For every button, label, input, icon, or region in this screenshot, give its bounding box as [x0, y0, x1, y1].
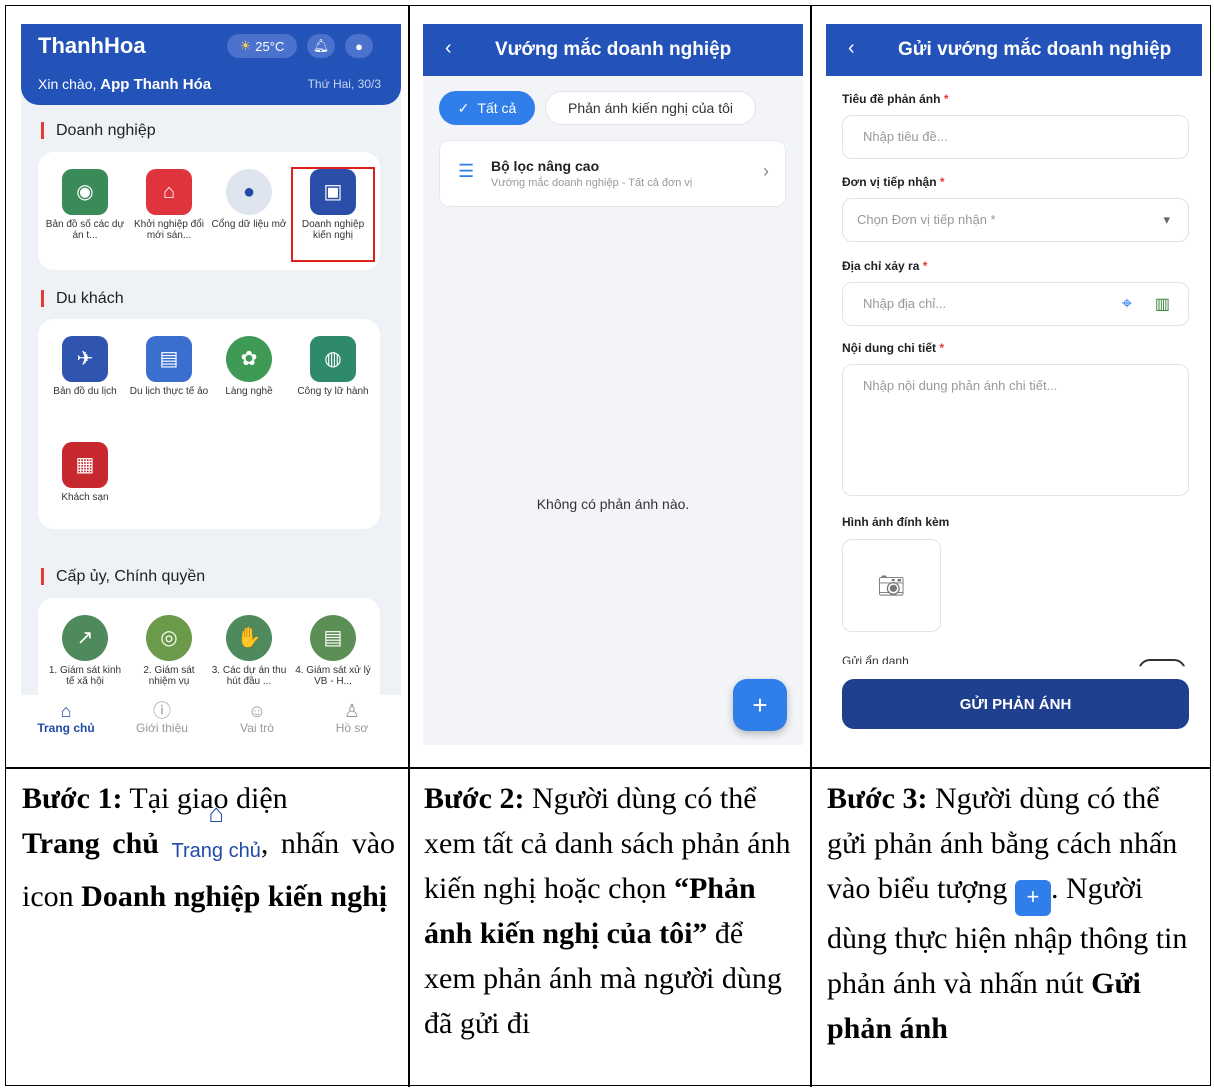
weather-badge[interactable]: ☀ 25°C [227, 34, 297, 58]
globe-icon: ◍ [310, 336, 356, 382]
tile-economy[interactable]: ↗ 1. Giám sát kinh tế xã hội [45, 615, 125, 687]
chevron-right-icon: › [763, 161, 769, 181]
luggage-icon: ▤ [146, 336, 192, 382]
person-icon: ♙ [343, 701, 361, 721]
back-icon[interactable]: ‹ [848, 37, 855, 60]
data-portal-icon: ● [226, 169, 272, 215]
sun-icon: ☀ [239, 38, 252, 53]
caption-step-1: Bước 1: Tại giao diện Trang chủ ⌂ Trang … [22, 782, 396, 913]
tile-hotel[interactable]: ▦ Khách sạn [45, 442, 125, 503]
app-title: ThanhHoa [38, 33, 146, 58]
tile-investment[interactable]: ✋ 3. Các dự án thu hút đầu ... [209, 615, 289, 687]
hotel-icon: ▦ [62, 442, 108, 488]
appbar: ‹ Gửi vướng mắc doanh nghiệp [826, 24, 1202, 76]
house-icon: ⌂ [146, 169, 192, 215]
basket-icon: ✿ [226, 336, 272, 382]
screen-title: Gửi vướng mắc doanh nghiệp [898, 39, 1172, 60]
map-icon: ▥ [1154, 296, 1170, 313]
submit-button[interactable]: GỬI PHẢN ÁNH [842, 679, 1189, 729]
submit-petition-screen: ‹ Gửi vướng mắc doanh nghiệp Tiêu đề phả… [826, 24, 1202, 745]
advanced-filter[interactable]: ☰ Bộ lọc nâng cao Vướng mắc doanh nghiệp… [439, 140, 786, 207]
document-icon: ▤ [310, 615, 356, 661]
content-textarea[interactable]: Nhập nội dung phản ánh chi tiết... [842, 364, 1189, 496]
address-input[interactable]: Nhập địa chỉ... ⌖ ▥ [842, 282, 1189, 326]
filter-subtitle: Vướng mắc doanh nghiệp - Tất cả đơn vị [491, 177, 693, 189]
role-icon: ☺ [247, 701, 267, 721]
tile-craft-village[interactable]: ✿ Làng nghề [209, 336, 289, 397]
bell-icon[interactable]: 🔔︎ [307, 34, 335, 58]
unit-label: Đơn vị tiếp nhận * [842, 175, 945, 189]
hand-coin-icon: ✋ [226, 615, 272, 661]
greeting: Xin chào, App Thanh Hóa [38, 76, 212, 93]
home-icon: ⌂ [208, 798, 225, 828]
tile-travel-company[interactable]: ◍ Công ty lữ hành [293, 336, 373, 397]
petition-list-screen: ‹ Vướng mắc doanh nghiệp ✓ Tất cả Phản án… [423, 24, 803, 745]
home-icon: ⌂ [60, 701, 72, 721]
back-icon[interactable]: ‹ [445, 37, 452, 60]
tile-tasks[interactable]: ◎ 2. Giám sát nhiệm vụ [129, 615, 209, 687]
tab-profile[interactable]: ♙ Hồ sơ [312, 701, 392, 735]
dropdown-icon: ▾ [1163, 212, 1170, 227]
unit-select[interactable]: Chọn Đơn vị tiếp nhận * ▾ [842, 198, 1189, 242]
bottom-tab-bar: ⌂ Trang chủ ⓘ Giới thiệu ☺ Vai trò ♙ Hồ sơ [21, 695, 401, 745]
date-label: Thứ Hai, 30/3 [307, 77, 381, 91]
check-icon: ✓ [457, 99, 470, 116]
tile-travel-map[interactable]: ✈ Bản đồ du lịch [45, 336, 125, 397]
section-business: Doanh nghiệp [41, 122, 156, 139]
map-pin-icon: ◉ [62, 169, 108, 215]
tab-home[interactable]: ⌂ Trang chủ [26, 701, 106, 735]
tile-startup[interactable]: ⌂ Khởi nghiệp đổi mới sán... [129, 169, 209, 241]
tab-roles[interactable]: ☺ Vai trò [217, 701, 297, 735]
address-label: Địa chỉ xảy ra * [842, 259, 928, 273]
content-label: Nội dung chi tiết * [842, 341, 945, 355]
anonymous-label: Gửi ẩn danh [842, 654, 909, 664]
chip-mine[interactable]: Phản ánh kiến nghị của tôi [545, 91, 756, 125]
tile-open-data[interactable]: ● Cổng dữ liệu mở [209, 169, 289, 230]
section-government: Cấp ủy, Chính quyền [41, 568, 205, 585]
title-input[interactable]: Nhập tiêu đề... [842, 115, 1189, 159]
section-tourist: Du khách [41, 290, 124, 307]
screen-title: Vướng mắc doanh nghiệp [495, 39, 732, 60]
profile-icon[interactable]: ● [345, 34, 373, 58]
chart-icon: ↗ [62, 615, 108, 661]
empty-message: Không có phản ánh nào. [536, 496, 690, 512]
add-photo-button[interactable]: 📷︎ [842, 539, 941, 632]
highlight-box [291, 167, 375, 262]
attachment-label: Hình ảnh đính kèm [842, 515, 950, 529]
tile-virtual-tour[interactable]: ▤ Du lịch thực tế ảo [129, 336, 209, 397]
coin-icon: ◎ [146, 615, 192, 661]
inline-home-tab: ⌂ Trang chủ [172, 798, 261, 874]
camera-icon: 📷︎ [877, 572, 906, 598]
info-icon: ⓘ [153, 701, 171, 721]
tab-intro[interactable]: ⓘ Giới thiệu [122, 701, 202, 735]
caption-step-2: Bước 2: Người dùng có thể xem tất cả dan… [424, 782, 791, 1040]
chip-all[interactable]: ✓ Tất cả [439, 91, 535, 125]
home-header: ThanhHoa ☀ 25°C 🔔︎ ● Xin chào, App Thanh … [21, 24, 401, 105]
add-button[interactable]: + [733, 679, 787, 731]
appbar: ‹ Vướng mắc doanh nghiệp [423, 24, 803, 76]
locate-icon: ⌖ [1121, 293, 1132, 313]
tourist-card: ✈ Bản đồ du lịch ▤ Du lịch thực tế ảo ✿ Làn… [38, 319, 380, 529]
map-icon: ✈ [62, 336, 108, 382]
tile-documents[interactable]: ▤ 4. Giám sát xử lý VB - H... [293, 615, 373, 687]
filter-title: Bộ lọc nâng cao [491, 158, 600, 174]
filter-icon: ☰ [458, 161, 475, 181]
home-screen: ThanhHoa ☀ 25°C 🔔︎ ● Xin chào, App Thanh … [21, 24, 401, 745]
plus-icon: + [1014, 880, 1051, 916]
caption-step-3: Bước 3: Người dùng có thể gửi phản ánh b… [827, 782, 1188, 1045]
title-label: Tiêu đề phản ánh * [842, 92, 949, 106]
tile-digital-map[interactable]: ◉ Bản đồ số các dự án t... [45, 169, 125, 241]
